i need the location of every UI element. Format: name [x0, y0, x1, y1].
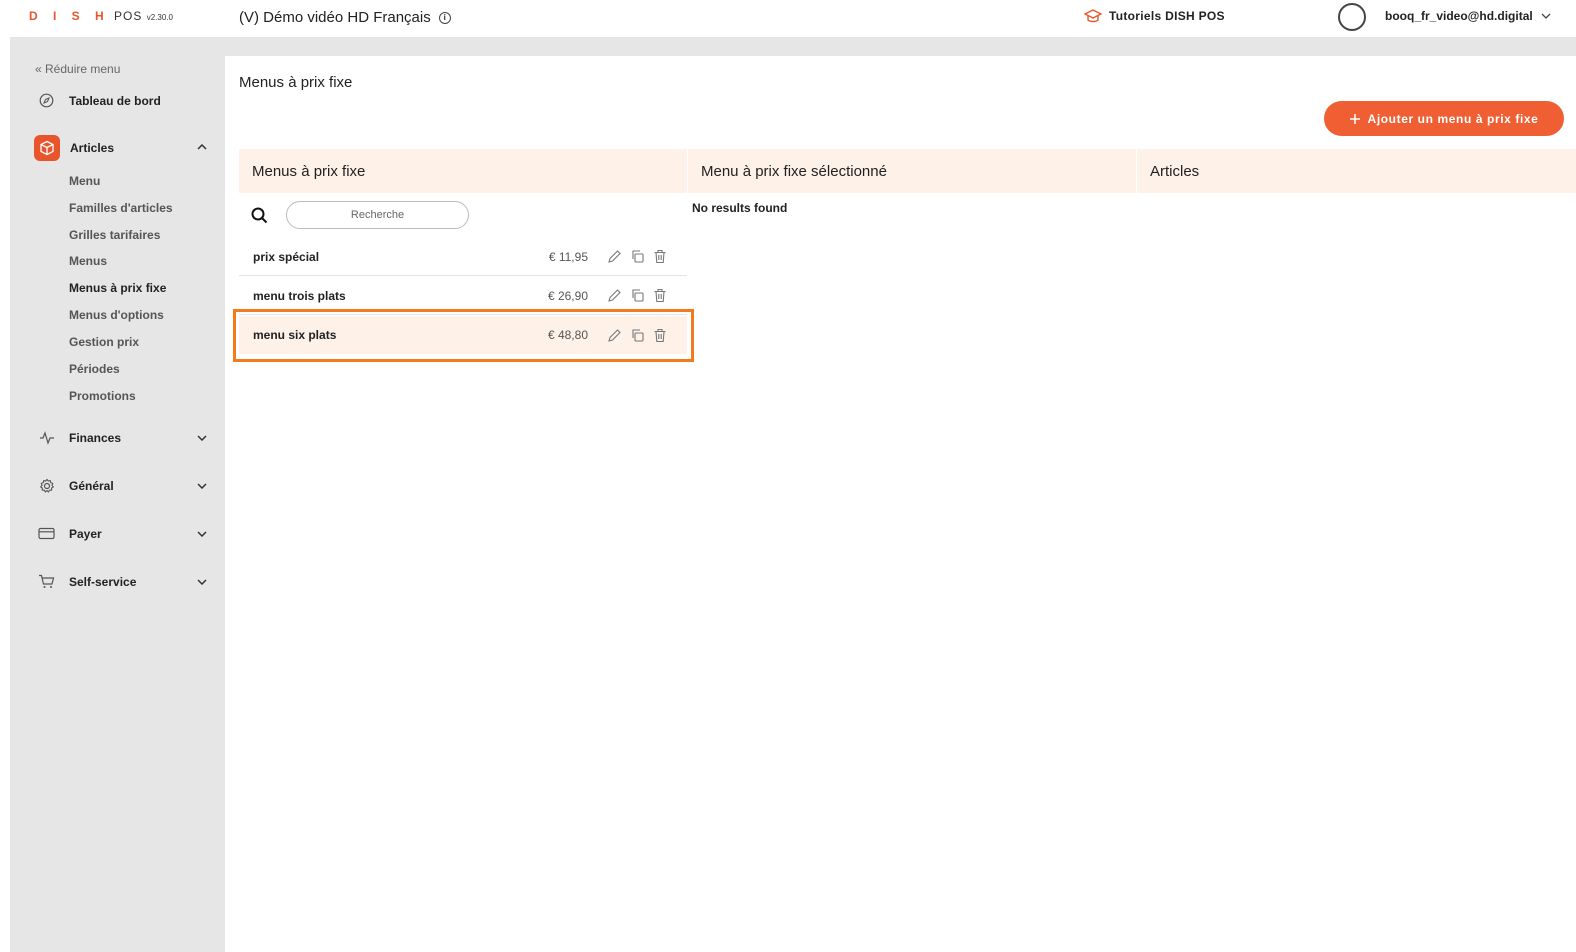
sidebar-item-label: Général	[69, 478, 114, 493]
compass-icon	[38, 92, 55, 109]
sidebar-item-label: Self-service	[69, 574, 137, 589]
sidebar-item-general[interactable]: Général	[38, 477, 207, 494]
sidebar-subitem-gestion-prix[interactable]: Gestion prix	[69, 335, 139, 349]
plus-icon	[1349, 113, 1360, 124]
chevron-down-icon	[1541, 13, 1551, 19]
sidebar-item-dashboard[interactable]: Tableau de bord	[38, 92, 161, 109]
chevron-down-icon	[197, 435, 207, 441]
trash-icon[interactable]	[653, 288, 667, 303]
sidebar-item-label: Articles	[70, 141, 115, 155]
sidebar-subitem-periodes[interactable]: Périodes	[69, 362, 120, 376]
chevron-down-icon	[197, 579, 207, 585]
venue-name: (V) Démo vidéo HD Français	[239, 9, 431, 26]
row-price: € 11,95	[548, 249, 588, 264]
row-name: menu trois plats	[253, 288, 346, 303]
user-menu[interactable]: booq_fr_video@hd.digital	[1385, 9, 1551, 23]
cart-icon	[38, 573, 55, 590]
column-header-menus: Menus à prix fixe	[239, 149, 687, 193]
search-icon[interactable]	[251, 207, 268, 224]
sidebar-subitem-menus[interactable]: Menus	[69, 254, 107, 268]
edit-pencil-icon[interactable]	[607, 288, 622, 303]
activity-icon	[38, 429, 55, 446]
top-bar: D I S H POS v2.30.0 (V) Démo vidéo HD Fr…	[0, 0, 1576, 37]
add-fixed-menu-button[interactable]: Ajouter un menu à prix fixe	[1324, 101, 1564, 136]
info-icon[interactable]: i	[438, 11, 451, 24]
no-results-message: No results found	[692, 201, 788, 215]
page-title: Menus à prix fixe	[239, 74, 353, 91]
copy-icon[interactable]	[630, 249, 645, 264]
sidebar-item-finances[interactable]: Finances	[38, 429, 207, 446]
sidebar-item-label: Tableau de bord	[69, 93, 161, 108]
collapse-menu-button[interactable]: « Réduire menu	[35, 62, 120, 76]
logo-pos: POS	[114, 9, 143, 23]
dish-pos-logo: D I S H POS v2.30.0	[29, 9, 173, 23]
venue-selector[interactable]: (V) Démo vidéo HD Français i	[239, 9, 451, 26]
version-label: v2.30.0	[146, 13, 173, 22]
row-name: prix spécial	[253, 249, 320, 264]
table-row[interactable]: prix spécial € 11,95	[239, 238, 687, 276]
tutorials-link[interactable]: Tutoriels DISH POS	[1084, 9, 1225, 23]
sidebar-item-payer[interactable]: Payer	[38, 525, 207, 542]
sidebar-item-label: Payer	[69, 526, 102, 541]
chevron-down-icon	[197, 531, 207, 537]
sidebar-subitem-menus-options[interactable]: Menus d'options	[69, 308, 164, 322]
graduation-cap-icon	[1084, 9, 1102, 23]
edit-pencil-icon[interactable]	[607, 249, 622, 264]
chevron-down-icon	[197, 483, 207, 489]
chevron-up-icon	[197, 144, 207, 150]
sidebar-subitem-promotions[interactable]: Promotions	[69, 389, 136, 403]
user-email: booq_fr_video@hd.digital	[1385, 9, 1533, 23]
column-header-articles: Articles	[1137, 149, 1576, 193]
gear-icon	[38, 477, 55, 494]
copy-icon[interactable]	[630, 288, 645, 303]
trash-icon[interactable]	[653, 249, 667, 264]
sidebar-item-label: Finances	[69, 430, 122, 445]
sidebar-subitem-grilles[interactable]: Grilles tarifaires	[69, 228, 160, 242]
credit-card-icon	[38, 525, 55, 542]
sidebar: « Réduire menu Tableau de bord Articles …	[10, 56, 224, 952]
tutorials-label: Tutoriels DISH POS	[1109, 9, 1225, 23]
sidebar-item-articles[interactable]: Articles	[34, 135, 207, 161]
box-icon	[34, 135, 60, 161]
row-price: € 26,90	[547, 288, 588, 303]
avatar[interactable]	[1338, 3, 1366, 31]
logo-dish: D I S H	[29, 9, 110, 23]
sidebar-subitem-familles[interactable]: Familles d'articles	[69, 201, 173, 215]
collapse-label: Réduire menu	[45, 62, 121, 76]
main-panel: Menus à prix fixe Ajouter un menu à prix…	[225, 56, 1576, 952]
column-header-selected: Menu à prix fixe sélectionné	[688, 149, 1136, 193]
sidebar-item-self-service[interactable]: Self-service	[38, 573, 207, 590]
add-button-label: Ajouter un menu à prix fixe	[1367, 111, 1539, 126]
sidebar-subitem-menu[interactable]: Menu	[69, 174, 100, 188]
sidebar-subitem-menus-prix-fixe[interactable]: Menus à prix fixe	[69, 281, 166, 295]
search-input[interactable]	[286, 201, 469, 229]
highlight-box	[233, 309, 694, 362]
